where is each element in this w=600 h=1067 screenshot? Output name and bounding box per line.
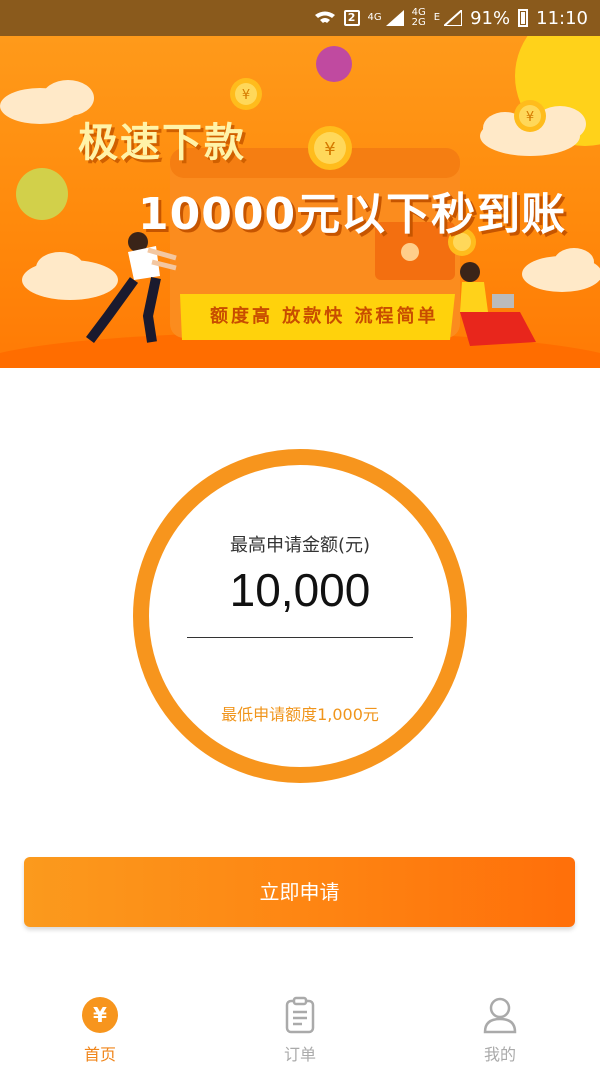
min-amount-note: 最低申请额度1,000元 [221,705,379,724]
bottom-nav: ¥ 首页 订单 我的 [0,985,600,1067]
clipboard-icon [285,996,315,1034]
wifi-icon [314,10,336,26]
apply-button[interactable]: 立即申请 [24,857,575,927]
coin-shape: ¥ [230,78,262,110]
promo-banner[interactable]: ¥ ¥ ¥ 极速下款 10000元以下秒到账 额度高 放款快 流程简单 [0,36,600,368]
nav-item-mine[interactable]: 我的 [440,995,560,1065]
battery-icon [518,9,529,27]
green-dot-shape [16,168,68,220]
cloud-shape [22,252,118,300]
nav-item-home[interactable]: ¥ 首页 [40,995,160,1065]
amount-divider [187,637,413,638]
network-4g-indicator: 4G [368,10,404,26]
svg-text:¥: ¥ [526,110,534,125]
yen-coin-icon: ¥ [82,997,118,1033]
sim-badge: 2 [343,10,360,26]
nav-label-orders: 订单 [283,1045,316,1064]
battery-percent: 91% [470,7,511,29]
nav-item-orders[interactable]: 订单 [240,995,360,1065]
status-bar: 2 4G 4G 2G E 91% 11:10 [0,0,600,36]
coin-shape: ¥ [308,126,352,170]
svg-text:¥: ¥ [93,1003,107,1027]
user-icon [483,997,517,1034]
svg-text:¥: ¥ [324,139,335,160]
svg-text:¥: ¥ [242,88,250,103]
max-amount-value[interactable]: 10,000 [149,563,451,617]
banner-tagline: 额度高 放款快 流程简单 [210,306,439,327]
coin-shape: ¥ [514,100,546,132]
banner-subtitle: 10000元以下秒到账 [138,189,567,240]
nav-label-mine: 我的 [483,1045,516,1064]
amount-card: 最高申请金额(元) 10,000 最低申请额度1,000元 [133,449,467,783]
balloon-shape [316,46,352,82]
signal-icon [444,10,463,26]
clock: 11:10 [536,7,588,29]
nav-label-home: 首页 [83,1045,116,1064]
banner-title: 极速下款 [78,120,246,166]
network-4g2g-indicator: 4G 2G [411,7,426,28]
max-amount-label: 最高申请金额(元) [229,535,371,556]
network-e-indicator: E [434,10,463,26]
signal-icon [385,10,404,26]
cloud-shape [522,248,600,292]
